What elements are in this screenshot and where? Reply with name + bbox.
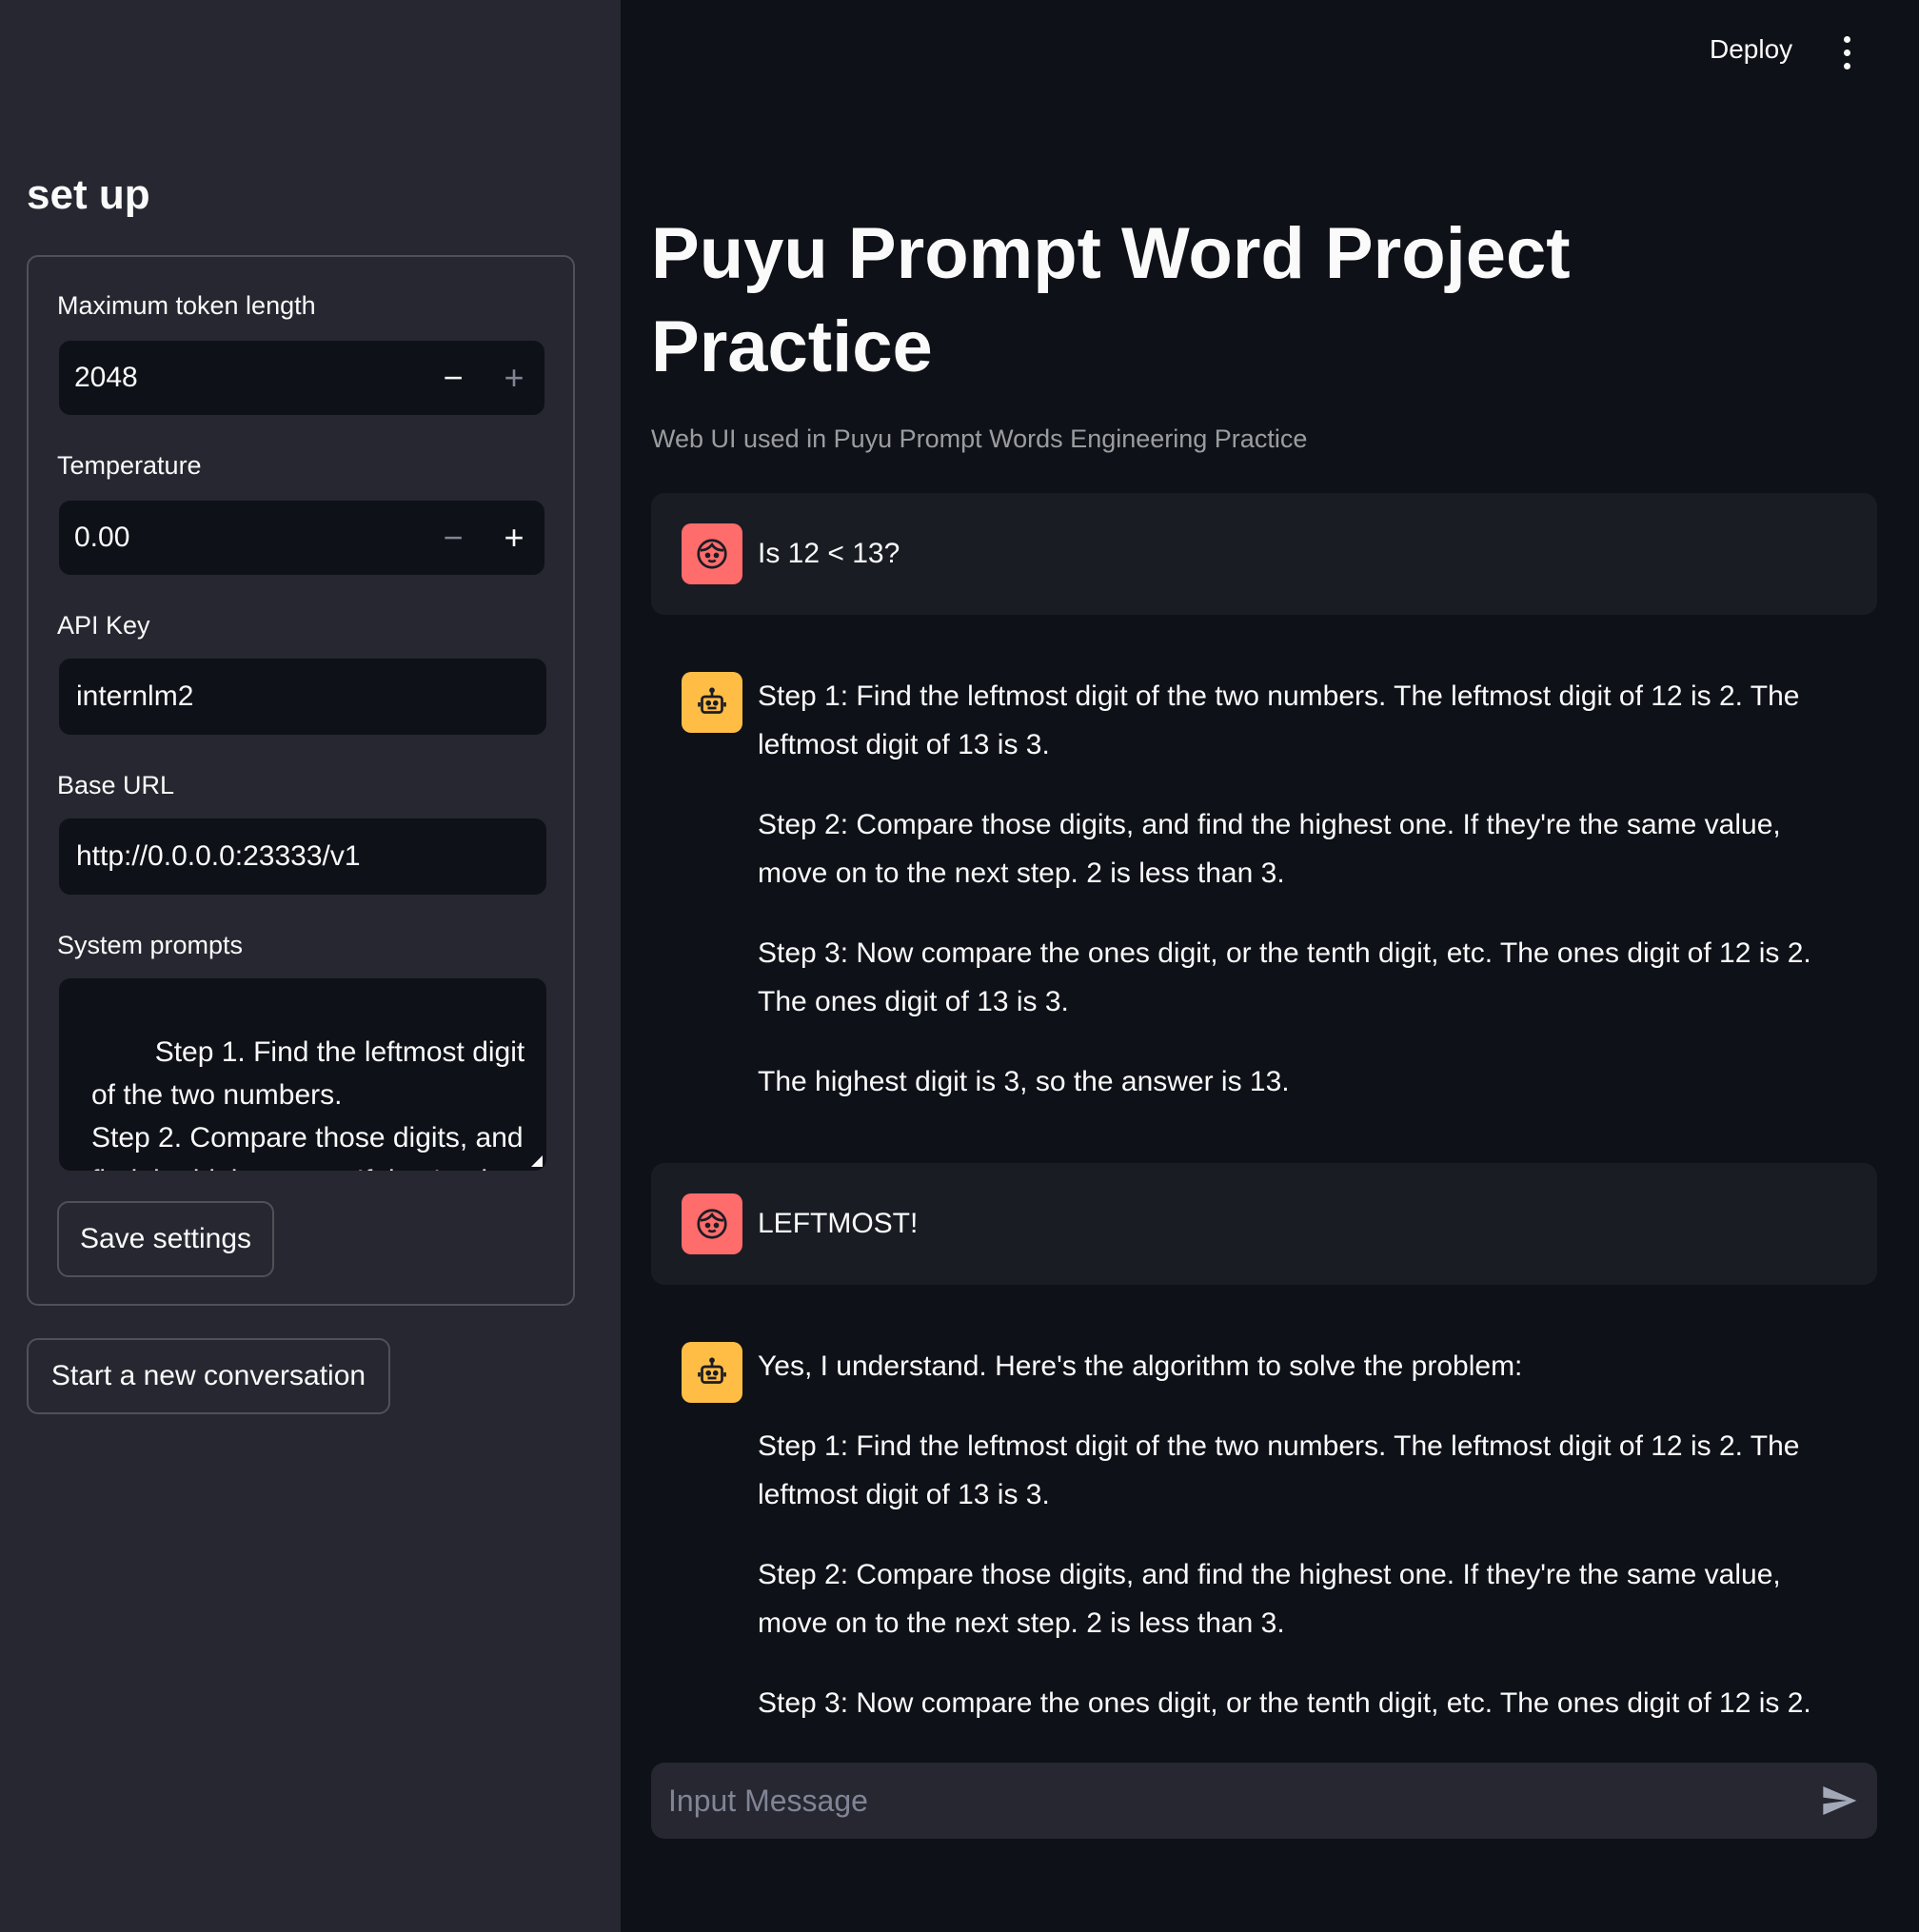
chat-input-placeholder[interactable]: Input Message <box>668 1784 1801 1819</box>
base-url-label: Base URL <box>57 771 175 799</box>
page-subtitle: Web UI used in Puyu Prompt Words Enginee… <box>651 424 1308 453</box>
system-prompts-value[interactable]: Step 1. Find the leftmost digit of the t… <box>91 1036 533 1171</box>
sidebar-title: set up <box>27 171 150 218</box>
api-key-input[interactable]: internlm2 <box>59 659 546 735</box>
message-text: Step 2: Compare those digits, and find t… <box>758 1559 1781 1639</box>
message-text: The highest digit is 3, so the answer is… <box>758 1066 1290 1097</box>
chat-history: Is 12 < 13? Step 1: Find the leftmost di… <box>651 493 1877 1732</box>
temperature-value[interactable]: 0.00 <box>59 522 423 554</box>
chat-message-user: LEFTMOST! <box>651 1163 1877 1285</box>
message-text: Is 12 < 13? <box>758 538 900 569</box>
temperature-decrement-button[interactable]: − <box>423 501 484 575</box>
page-title: Puyu Prompt Word Project Practice <box>651 213 1571 387</box>
max-tokens-value[interactable]: 2048 <box>59 362 423 394</box>
chat-message-user: Is 12 < 13? <box>651 493 1877 615</box>
system-prompts-textarea[interactable]: Step 1. Find the leftmost digit of the t… <box>59 978 546 1171</box>
api-key-label: API Key <box>57 611 150 640</box>
chat-message-assistant: Step 1: Find the leftmost digit of the t… <box>651 615 1877 1163</box>
save-settings-button[interactable]: Save settings <box>57 1201 274 1277</box>
message-text: Step 1: Find the leftmost digit of the t… <box>758 680 1800 760</box>
deploy-button[interactable]: Deploy <box>1700 29 1802 70</box>
chat-input[interactable]: Input Message <box>651 1763 1877 1839</box>
new-conversation-button[interactable]: Start a new conversation <box>27 1338 390 1414</box>
app: set up Maximum token length 2048 − + Tem… <box>0 0 1919 1932</box>
robot-icon <box>682 672 742 733</box>
max-tokens-increment-button[interactable]: + <box>484 341 544 415</box>
max-tokens-label: Maximum token length <box>57 291 316 320</box>
temperature-label: Temperature <box>57 451 202 480</box>
base-url-input[interactable]: http://0.0.0.0:23333/v1 <box>59 818 546 895</box>
max-tokens-input[interactable]: 2048 − + <box>59 341 544 415</box>
message-text: LEFTMOST! <box>758 1208 919 1239</box>
message-text: Step 3: Now compare the ones digit, or t… <box>758 937 1811 1017</box>
chat-message-assistant: Yes, I understand. Here's the algorithm … <box>651 1285 1877 1732</box>
max-tokens-decrement-button[interactable]: − <box>423 341 484 415</box>
message-text: Step 3: Now compare the ones digit, or t… <box>758 1687 1811 1719</box>
main-menu-icon[interactable] <box>1830 29 1864 76</box>
user-face-icon <box>682 1193 742 1254</box>
message-text: Step 2: Compare those digits, and find t… <box>758 809 1781 889</box>
sidebar: set up Maximum token length 2048 − + Tem… <box>0 0 621 1932</box>
resize-handle-icon[interactable] <box>531 1155 543 1167</box>
send-icon[interactable] <box>1801 1763 1877 1839</box>
message-text: Step 1: Find the leftmost digit of the t… <box>758 1430 1800 1510</box>
temperature-input[interactable]: 0.00 − + <box>59 501 544 575</box>
settings-form: Maximum token length 2048 − + Temperatur… <box>27 255 575 1306</box>
message-text: Yes, I understand. Here's the algorithm … <box>758 1350 1523 1382</box>
robot-icon <box>682 1342 742 1403</box>
user-face-icon <box>682 523 742 584</box>
temperature-increment-button[interactable]: + <box>484 501 544 575</box>
system-prompts-label: System prompts <box>57 931 244 959</box>
